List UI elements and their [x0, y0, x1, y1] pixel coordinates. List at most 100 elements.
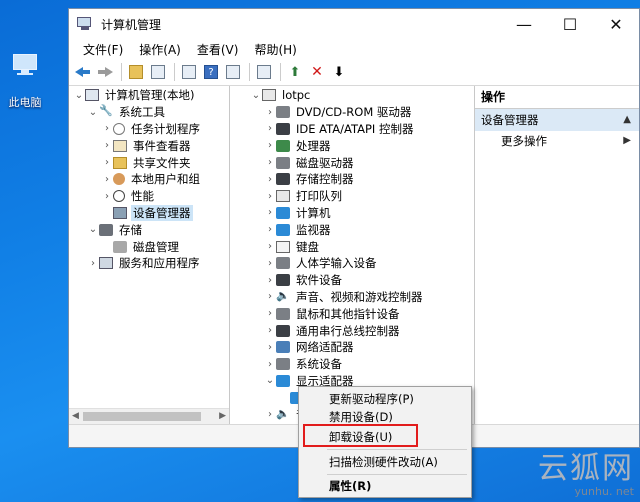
device-tree-item-row[interactable]: › 计算机 — [230, 205, 474, 222]
expand-chevron-icon[interactable]: › — [101, 123, 113, 134]
console-tree-item-row[interactable]: › 任务计划程序 — [69, 121, 229, 138]
sound-icon — [276, 289, 290, 303]
show-hide-tree-button[interactable] — [148, 62, 168, 82]
expand-chevron-icon[interactable]: › — [264, 224, 276, 235]
expand-chevron-icon[interactable]: › — [101, 174, 113, 185]
minimize-button[interactable]: — — [501, 9, 547, 39]
title-bar[interactable]: 计算机管理 — ☐ ✕ — [69, 9, 639, 39]
console-tree-item-row[interactable]: ⌄ 存储 — [69, 221, 229, 238]
expand-chevron-icon[interactable]: › — [264, 207, 276, 218]
event-icon — [113, 139, 127, 152]
device-tree-item-row[interactable]: › 通用串行总线控制器 — [230, 322, 474, 339]
enable-device-button[interactable]: ⬇ — [329, 62, 349, 82]
console-tree-item-row[interactable]: › 共享文件夹 — [69, 154, 229, 171]
device-tree-item-row[interactable]: › DVD/CD-ROM 驱动器 — [230, 104, 474, 121]
expand-chevron-icon[interactable]: › — [101, 157, 113, 168]
menu-help[interactable]: 帮助(H) — [246, 41, 304, 58]
ctx-properties[interactable]: 属性(R) — [329, 477, 371, 495]
scroll-left-icon[interactable]: ◀ — [72, 411, 79, 421]
computer-management-window: 计算机管理 — ☐ ✕ 文件(F) 操作(A) 查看(V) 帮助(H) ? ⬆ … — [68, 8, 640, 448]
help-icon: ? — [204, 65, 218, 79]
back-button[interactable] — [73, 62, 93, 82]
console-tree-item-row[interactable]: › 服务和应用程序 — [69, 255, 229, 272]
expand-chevron-icon[interactable]: › — [101, 191, 113, 202]
expand-chevron-icon[interactable]: › — [264, 258, 276, 269]
console-tree-item-row[interactable]: ⌄ 计算机管理(本地) — [69, 87, 229, 104]
expand-chevron-icon[interactable]: › — [264, 157, 276, 168]
console-tree-item-row[interactable]: ⌄ 系统工具 — [69, 104, 229, 121]
collapse-chevron-icon: ▲ — [623, 114, 631, 125]
forward-button[interactable] — [95, 62, 115, 82]
more-actions-item[interactable]: 更多操作 ▶ — [475, 131, 639, 151]
help-button[interactable]: ? — [201, 62, 221, 82]
device-tree-item-row[interactable]: › 系统设备 — [230, 356, 474, 373]
device-tree-item-row[interactable]: › 处理器 — [230, 137, 474, 154]
expand-chevron-icon[interactable]: › — [264, 342, 276, 353]
collapse-chevron-icon[interactable]: ⌄ — [87, 224, 99, 235]
horizontal-scrollbar[interactable]: ◀ ▶ — [69, 408, 229, 425]
device-tree-item-row[interactable]: › 软件设备 — [230, 272, 474, 289]
computer-icon — [10, 54, 40, 76]
device-tree-item-row[interactable]: › 网络适配器 — [230, 339, 474, 356]
scan-hardware-button[interactable] — [254, 62, 274, 82]
device-tree-item-row[interactable]: › 鼠标和其他指针设备 — [230, 305, 474, 322]
collapse-chevron-icon[interactable]: ⌄ — [87, 107, 99, 118]
kb-icon — [276, 240, 290, 253]
console-tree-item-row[interactable]: › 事件查看器 — [69, 137, 229, 154]
device-tree-item-label: 系统设备 — [296, 357, 342, 372]
ctx-update-driver[interactable]: 更新驱动程序(P) — [329, 390, 414, 408]
submenu-arrow-icon: ▶ — [623, 135, 631, 146]
menu-action[interactable]: 操作(A) — [131, 41, 189, 58]
uninstall-device-button[interactable]: ✕ — [307, 62, 327, 82]
scroll-right-icon[interactable]: ▶ — [219, 411, 226, 421]
expand-chevron-icon[interactable]: › — [87, 258, 99, 269]
expand-chevron-icon[interactable]: › — [264, 241, 276, 252]
menu-view[interactable]: 查看(V) — [189, 41, 247, 58]
expand-chevron-icon[interactable]: › — [101, 140, 113, 151]
scrollbar-thumb[interactable] — [83, 412, 201, 421]
device-tree-item-row[interactable]: › 人体学输入设备 — [230, 255, 474, 272]
disk-icon — [113, 240, 127, 253]
tool-icon — [99, 104, 113, 118]
device-tree-item-row[interactable]: › 声音、视频和游戏控制器 — [230, 289, 474, 306]
expand-chevron-icon[interactable]: › — [264, 174, 276, 185]
console-tree-item-row[interactable]: 设备管理器 — [69, 204, 229, 222]
device-tree-item-label: 监视器 — [296, 222, 331, 237]
maximize-button[interactable]: ☐ — [547, 9, 593, 39]
expand-chevron-icon[interactable]: › — [264, 291, 276, 302]
expand-chevron-icon[interactable]: › — [264, 409, 276, 420]
dev-net-icon — [276, 341, 290, 354]
expand-chevron-icon[interactable]: › — [264, 325, 276, 336]
device-tree-item-row[interactable]: › IDE ATA/ATAPI 控制器 — [230, 121, 474, 138]
show-action-pane-button[interactable] — [223, 62, 243, 82]
collapse-chevron-icon[interactable]: ⌄ — [73, 90, 85, 101]
actions-section-device-manager[interactable]: 设备管理器 ▲ — [475, 109, 639, 131]
expand-chevron-icon[interactable]: › — [264, 359, 276, 370]
computer-management-icon — [77, 17, 93, 31]
device-tree-item-row[interactable]: › 存储控制器 — [230, 171, 474, 188]
device-tree-item-row[interactable]: › 磁盘驱动器 — [230, 154, 474, 171]
up-level-button[interactable] — [126, 62, 146, 82]
collapse-chevron-icon[interactable]: ⌄ — [250, 90, 262, 101]
device-tree-item-row[interactable]: › 监视器 — [230, 221, 474, 238]
expand-chevron-icon[interactable]: › — [264, 275, 276, 286]
console-tree-item-row[interactable]: 磁盘管理 — [69, 238, 229, 255]
menu-file[interactable]: 文件(F) — [75, 41, 131, 58]
ctx-scan-hardware[interactable]: 扫描检测硬件改动(A) — [329, 453, 438, 471]
device-tree-item-row[interactable]: › 打印队列 — [230, 188, 474, 205]
console-tree-item-row[interactable]: › 性能 — [69, 188, 229, 205]
device-tree-item-label: 人体学输入设备 — [296, 256, 377, 271]
this-pc-desktop-icon[interactable]: 此电脑 — [2, 54, 48, 110]
console-tree-item-row[interactable]: › 本地用户和组 — [69, 171, 229, 188]
expand-chevron-icon[interactable]: › — [264, 123, 276, 134]
collapse-chevron-icon[interactable]: ⌄ — [264, 375, 276, 386]
device-tree-item-row[interactable]: ⌄ lotpc — [230, 87, 474, 104]
properties-button[interactable] — [179, 62, 199, 82]
update-driver-button[interactable]: ⬆ — [285, 62, 305, 82]
expand-chevron-icon[interactable]: › — [264, 107, 276, 118]
expand-chevron-icon[interactable]: › — [264, 308, 276, 319]
device-tree-item-row[interactable]: › 键盘 — [230, 238, 474, 255]
expand-chevron-icon[interactable]: › — [264, 191, 276, 202]
expand-chevron-icon[interactable]: › — [264, 140, 276, 151]
close-button[interactable]: ✕ — [593, 9, 639, 39]
